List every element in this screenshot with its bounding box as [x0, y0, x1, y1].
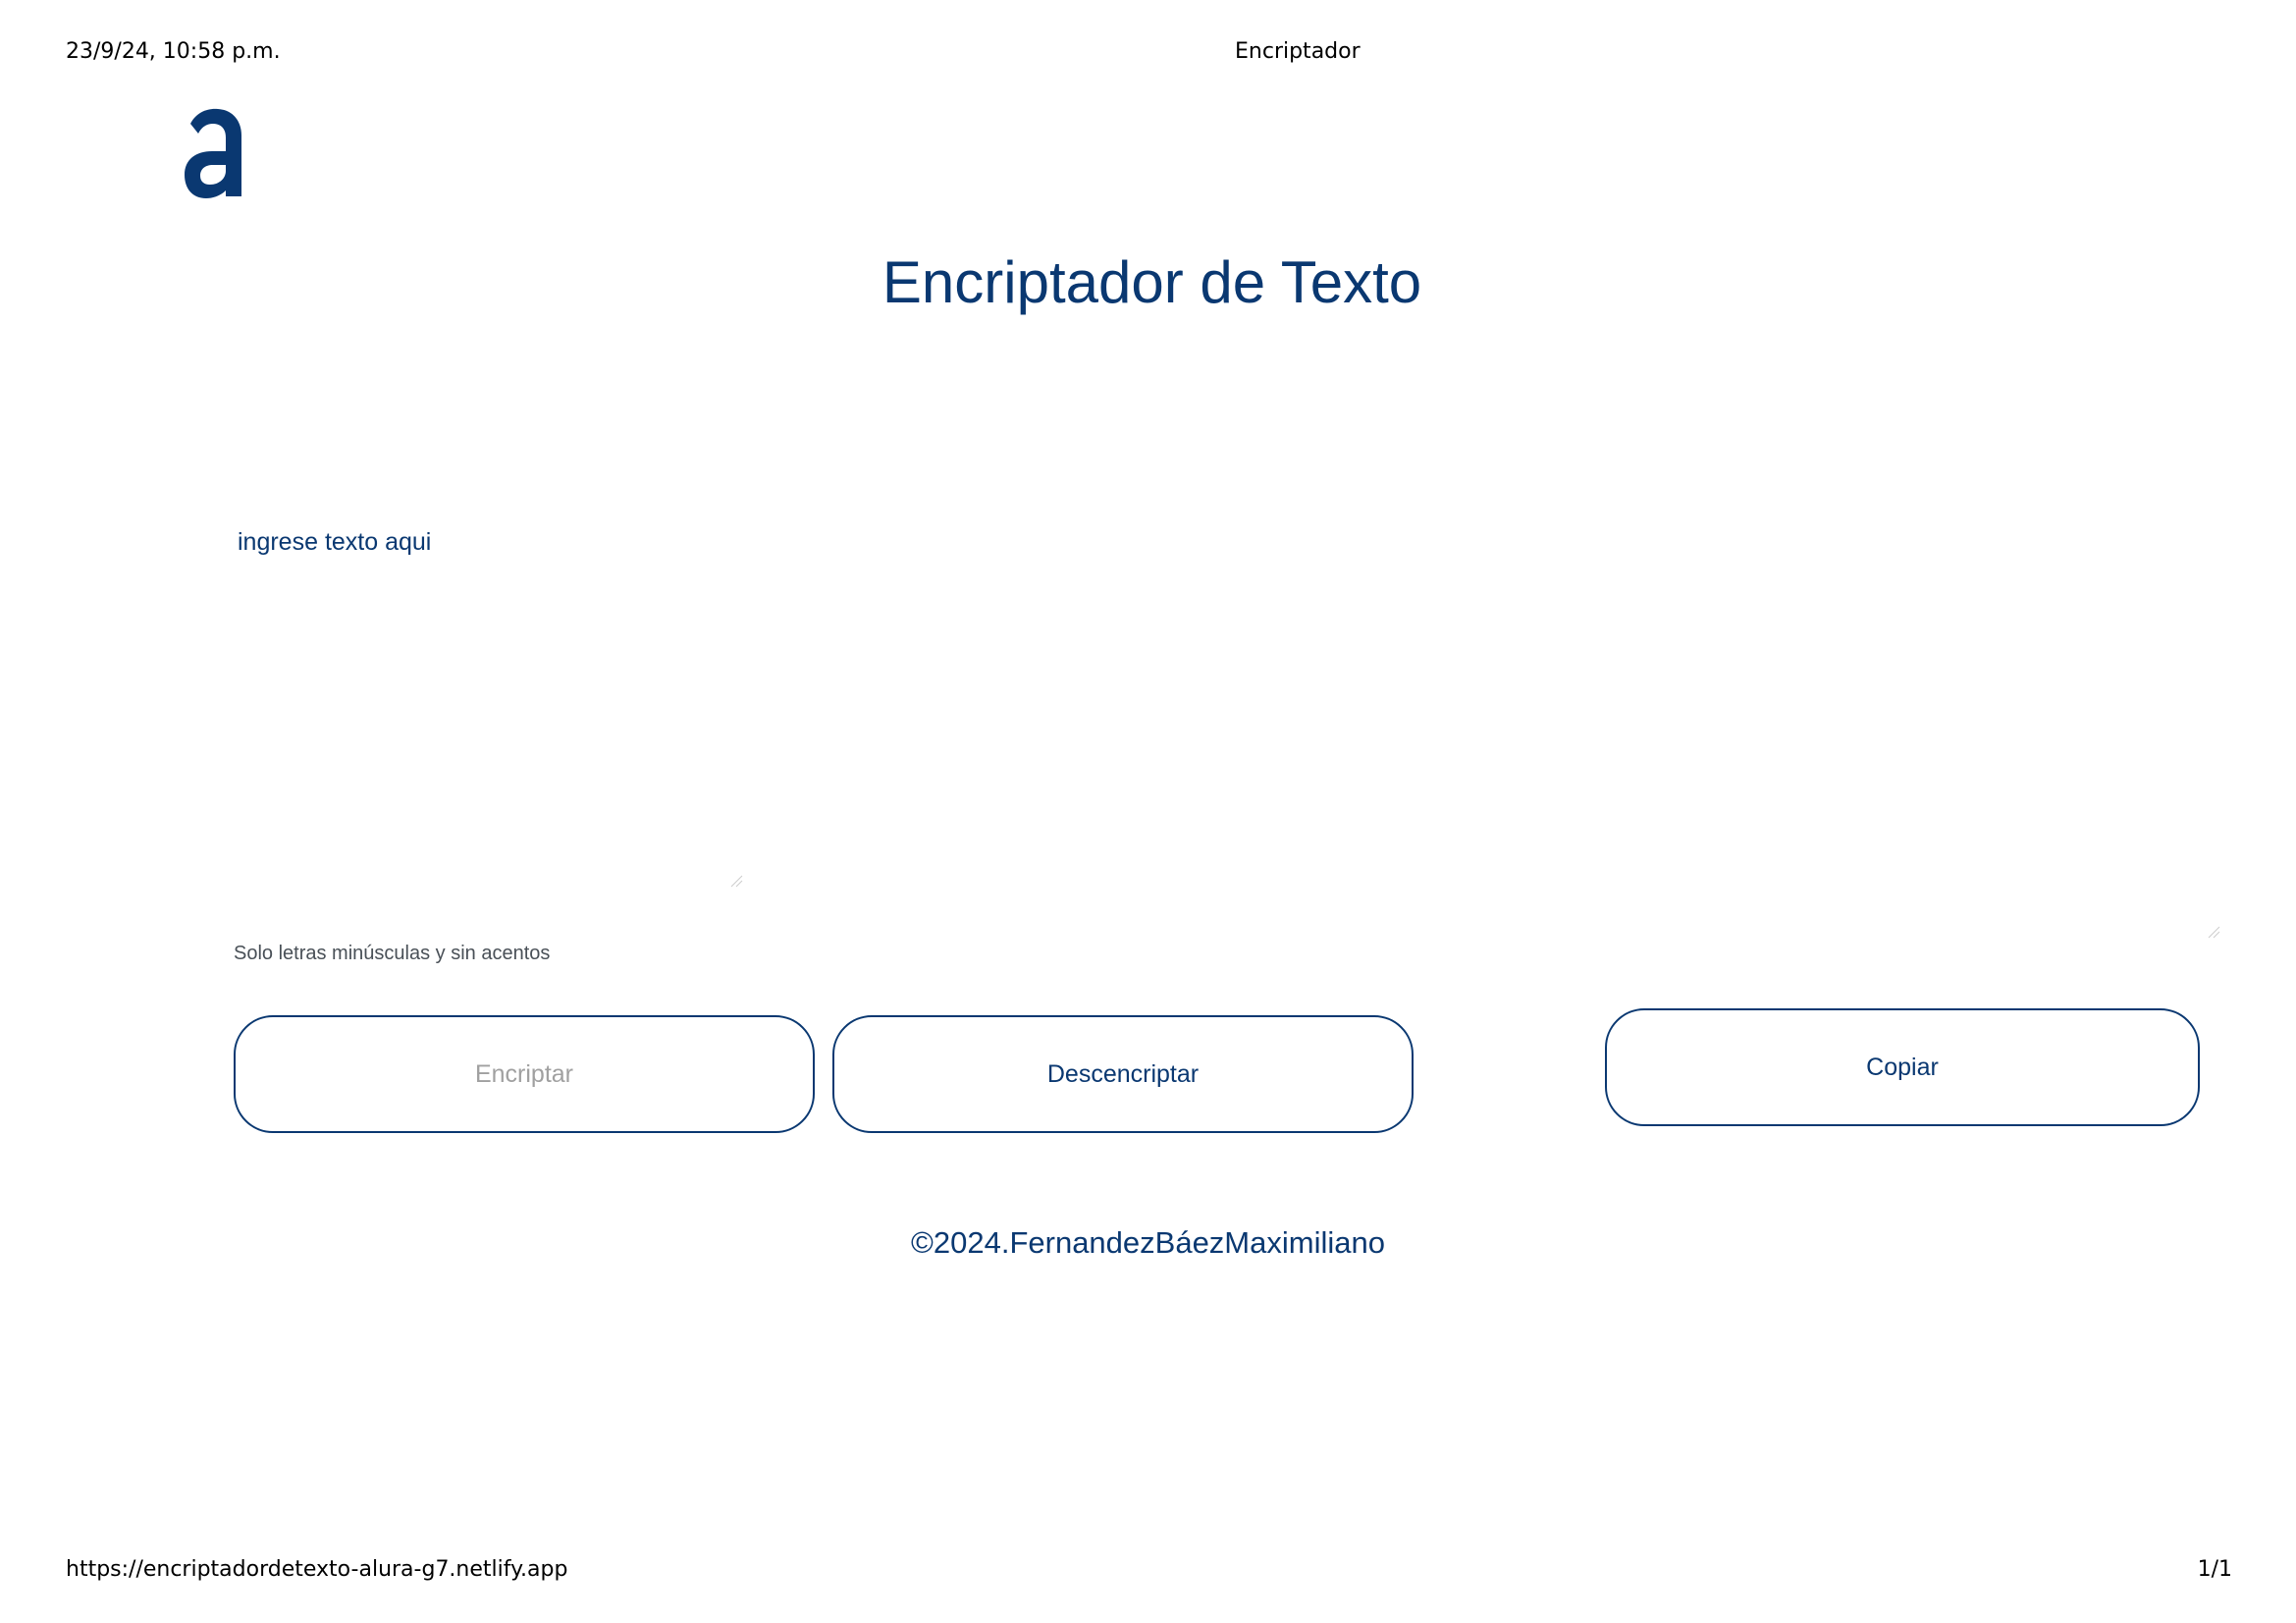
output-area — [1610, 528, 2220, 941]
copy-button-label: Copiar — [1866, 1053, 1939, 1081]
print-header-title: Encriptador — [1235, 39, 1361, 64]
input-resize-grip-icon[interactable] — [729, 874, 743, 888]
print-footer-page-number: 1/1 — [2197, 1557, 2232, 1582]
copy-button[interactable]: Copiar — [1605, 1008, 2200, 1126]
copyright: ©2024.FernandezBáezMaximiliano — [911, 1225, 1385, 1260]
page-title-text: Encriptador de Texto — [881, 249, 1422, 315]
output-resize-grip-icon[interactable] — [2207, 925, 2220, 939]
print-footer-url: https://encriptadordetexto-alura-g7.netl… — [66, 1557, 568, 1582]
alura-logo-icon[interactable] — [183, 106, 243, 198]
encrypt-button[interactable]: Encriptar — [234, 1015, 815, 1133]
input-hint: Solo letras minúsculas y sin acentos — [234, 943, 551, 964]
decrypt-button[interactable]: Descencriptar — [832, 1015, 1414, 1133]
encrypt-button-label: Encriptar — [474, 1059, 574, 1088]
text-input[interactable] — [232, 528, 754, 890]
decrypt-button-label: Descencriptar — [1046, 1059, 1200, 1088]
print-header-date: 23/9/24, 10:58 p.m. — [66, 39, 281, 64]
page-title: Encriptador de Texto — [0, 248, 2296, 316]
